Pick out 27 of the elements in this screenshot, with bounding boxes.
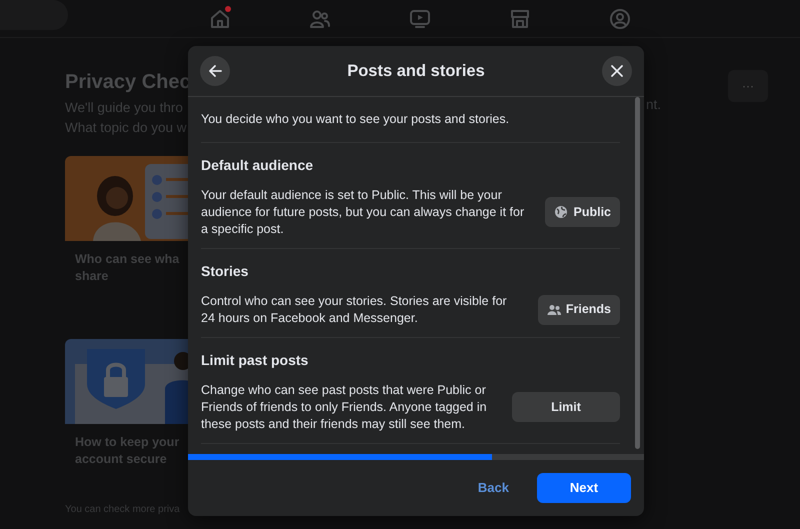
globe-icon xyxy=(554,205,568,220)
notification-dot xyxy=(225,6,231,12)
store-icon xyxy=(509,8,531,30)
back-button[interactable]: Back xyxy=(464,474,523,502)
section-heading: Default audience xyxy=(201,156,314,175)
friends-icon xyxy=(309,8,331,30)
audience-button[interactable]: Public xyxy=(545,197,620,228)
scrollbar[interactable] xyxy=(635,97,640,449)
section-text: Your default audience is set to Public. This will be your audience for future posts, but you can always change it for a specific post. xyxy=(201,186,526,238)
back-arrow-button[interactable] xyxy=(200,56,230,86)
section-text: Control who can see your stories. Stories are visible for 24 hours on Facebook and Messenger. xyxy=(201,292,508,327)
home-icon xyxy=(209,8,231,30)
page-title: Privacy Chec xyxy=(65,72,191,92)
section-heading: Limit past posts xyxy=(201,350,310,370)
dialog-title: Posts and stories xyxy=(347,60,485,82)
people-icon xyxy=(546,302,561,317)
intro-text: You decide who you want to see your posts and stories. xyxy=(201,97,620,143)
close-icon xyxy=(610,64,624,78)
audience-button[interactable]: Limit xyxy=(512,392,620,422)
video-icon xyxy=(409,8,431,30)
section-heading: Stories xyxy=(201,262,250,281)
audience-button[interactable]: Friends xyxy=(538,294,620,325)
back-arrow-icon xyxy=(208,64,222,78)
section-text: Change who can see past posts that were Public or Friends of friends to only Friends. Anyone tagged in these posts and their friends may still see them. xyxy=(201,382,488,433)
close-button[interactable] xyxy=(602,56,632,86)
next-button[interactable]: Next xyxy=(537,473,631,503)
groups-icon xyxy=(609,8,631,30)
